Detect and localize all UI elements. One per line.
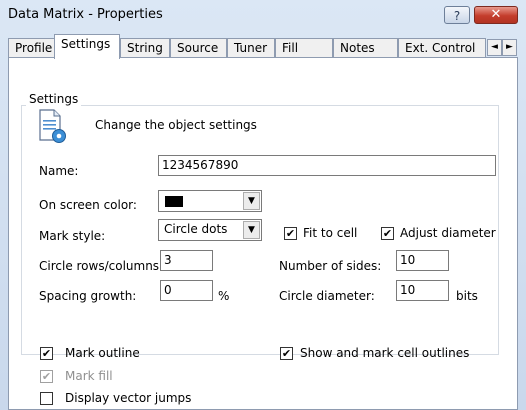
circle-diameter-unit: bits bbox=[456, 289, 478, 303]
tab-ext-control[interactable]: Ext. Control bbox=[398, 38, 486, 58]
window-title: Data Matrix - Properties bbox=[8, 7, 163, 22]
tab-string[interactable]: String bbox=[120, 38, 170, 58]
tab-source[interactable]: Source bbox=[170, 38, 227, 58]
circle-diameter-label: Circle diameter: bbox=[279, 289, 375, 303]
group-label: Settings bbox=[26, 92, 82, 106]
chevron-down-icon[interactable]: ▼ bbox=[243, 192, 260, 210]
tab-settings[interactable]: Settings bbox=[54, 34, 120, 59]
group-description: Change the object settings bbox=[95, 118, 257, 132]
mark-fill-label: Mark fill bbox=[65, 369, 113, 383]
color-swatch bbox=[165, 196, 183, 207]
tab-tuner[interactable]: Tuner bbox=[227, 38, 275, 58]
circle-rows-columns-input[interactable]: 3 bbox=[160, 250, 213, 271]
tab-scroll-right-icon[interactable]: ► bbox=[502, 39, 517, 56]
mark-outline-checkbox[interactable]: ✔ bbox=[40, 347, 53, 360]
close-button[interactable]: ✕ bbox=[474, 6, 518, 24]
tab-scroll-left-icon[interactable]: ◄ bbox=[487, 39, 502, 56]
mark-style-select[interactable]: Circle dots ▼ bbox=[158, 219, 262, 241]
name-input[interactable]: 1234567890 bbox=[158, 155, 496, 176]
number-of-sides-input[interactable]: 10 bbox=[396, 250, 449, 271]
mark-outline-label: Mark outline bbox=[65, 346, 140, 360]
name-label: Name: bbox=[39, 164, 79, 178]
title-bar[interactable]: Data Matrix - Properties ? ✕ bbox=[0, 0, 526, 30]
fit-to-cell-checkbox[interactable]: ✔ bbox=[284, 227, 297, 240]
settings-document-icon bbox=[39, 109, 66, 143]
adjust-diameter-label: Adjust diameter bbox=[400, 226, 496, 240]
help-button[interactable]: ? bbox=[444, 6, 470, 24]
fit-to-cell-label: Fit to cell bbox=[303, 226, 358, 240]
number-of-sides-label: Number of sides: bbox=[279, 259, 382, 273]
spacing-growth-input[interactable]: 0 bbox=[160, 280, 213, 301]
show-mark-cell-outlines-checkbox[interactable]: ✔ bbox=[280, 347, 293, 360]
display-vector-jumps-checkbox[interactable] bbox=[40, 392, 53, 405]
circle-diameter-input[interactable]: 10 bbox=[396, 280, 449, 301]
circle-rows-columns-label: Circle rows/columns: bbox=[39, 259, 164, 273]
spacing-growth-label: Spacing growth: bbox=[39, 289, 137, 303]
on-screen-color-select[interactable]: ▼ bbox=[158, 190, 262, 212]
mark-fill-checkbox: ✔ bbox=[40, 370, 53, 383]
show-mark-cell-outlines-label: Show and mark cell outlines bbox=[300, 346, 470, 360]
tab-notes[interactable]: Notes bbox=[333, 38, 398, 58]
on-screen-color-label: On screen color: bbox=[39, 198, 137, 212]
tab-fill[interactable]: Fill bbox=[275, 38, 333, 58]
mark-style-label: Mark style: bbox=[39, 229, 106, 243]
adjust-diameter-checkbox[interactable]: ✔ bbox=[381, 227, 394, 240]
display-vector-jumps-label: Display vector jumps bbox=[65, 391, 192, 405]
tab-bar: Profile Settings String Source Tuner Fil… bbox=[8, 34, 518, 59]
mark-style-value: Circle dots bbox=[164, 222, 228, 236]
tab-profile[interactable]: Profile bbox=[8, 38, 56, 58]
chevron-down-icon[interactable]: ▼ bbox=[243, 221, 260, 239]
spacing-growth-unit: % bbox=[218, 289, 230, 303]
properties-dialog: Data Matrix - Properties ? ✕ Profile Set… bbox=[0, 0, 526, 410]
